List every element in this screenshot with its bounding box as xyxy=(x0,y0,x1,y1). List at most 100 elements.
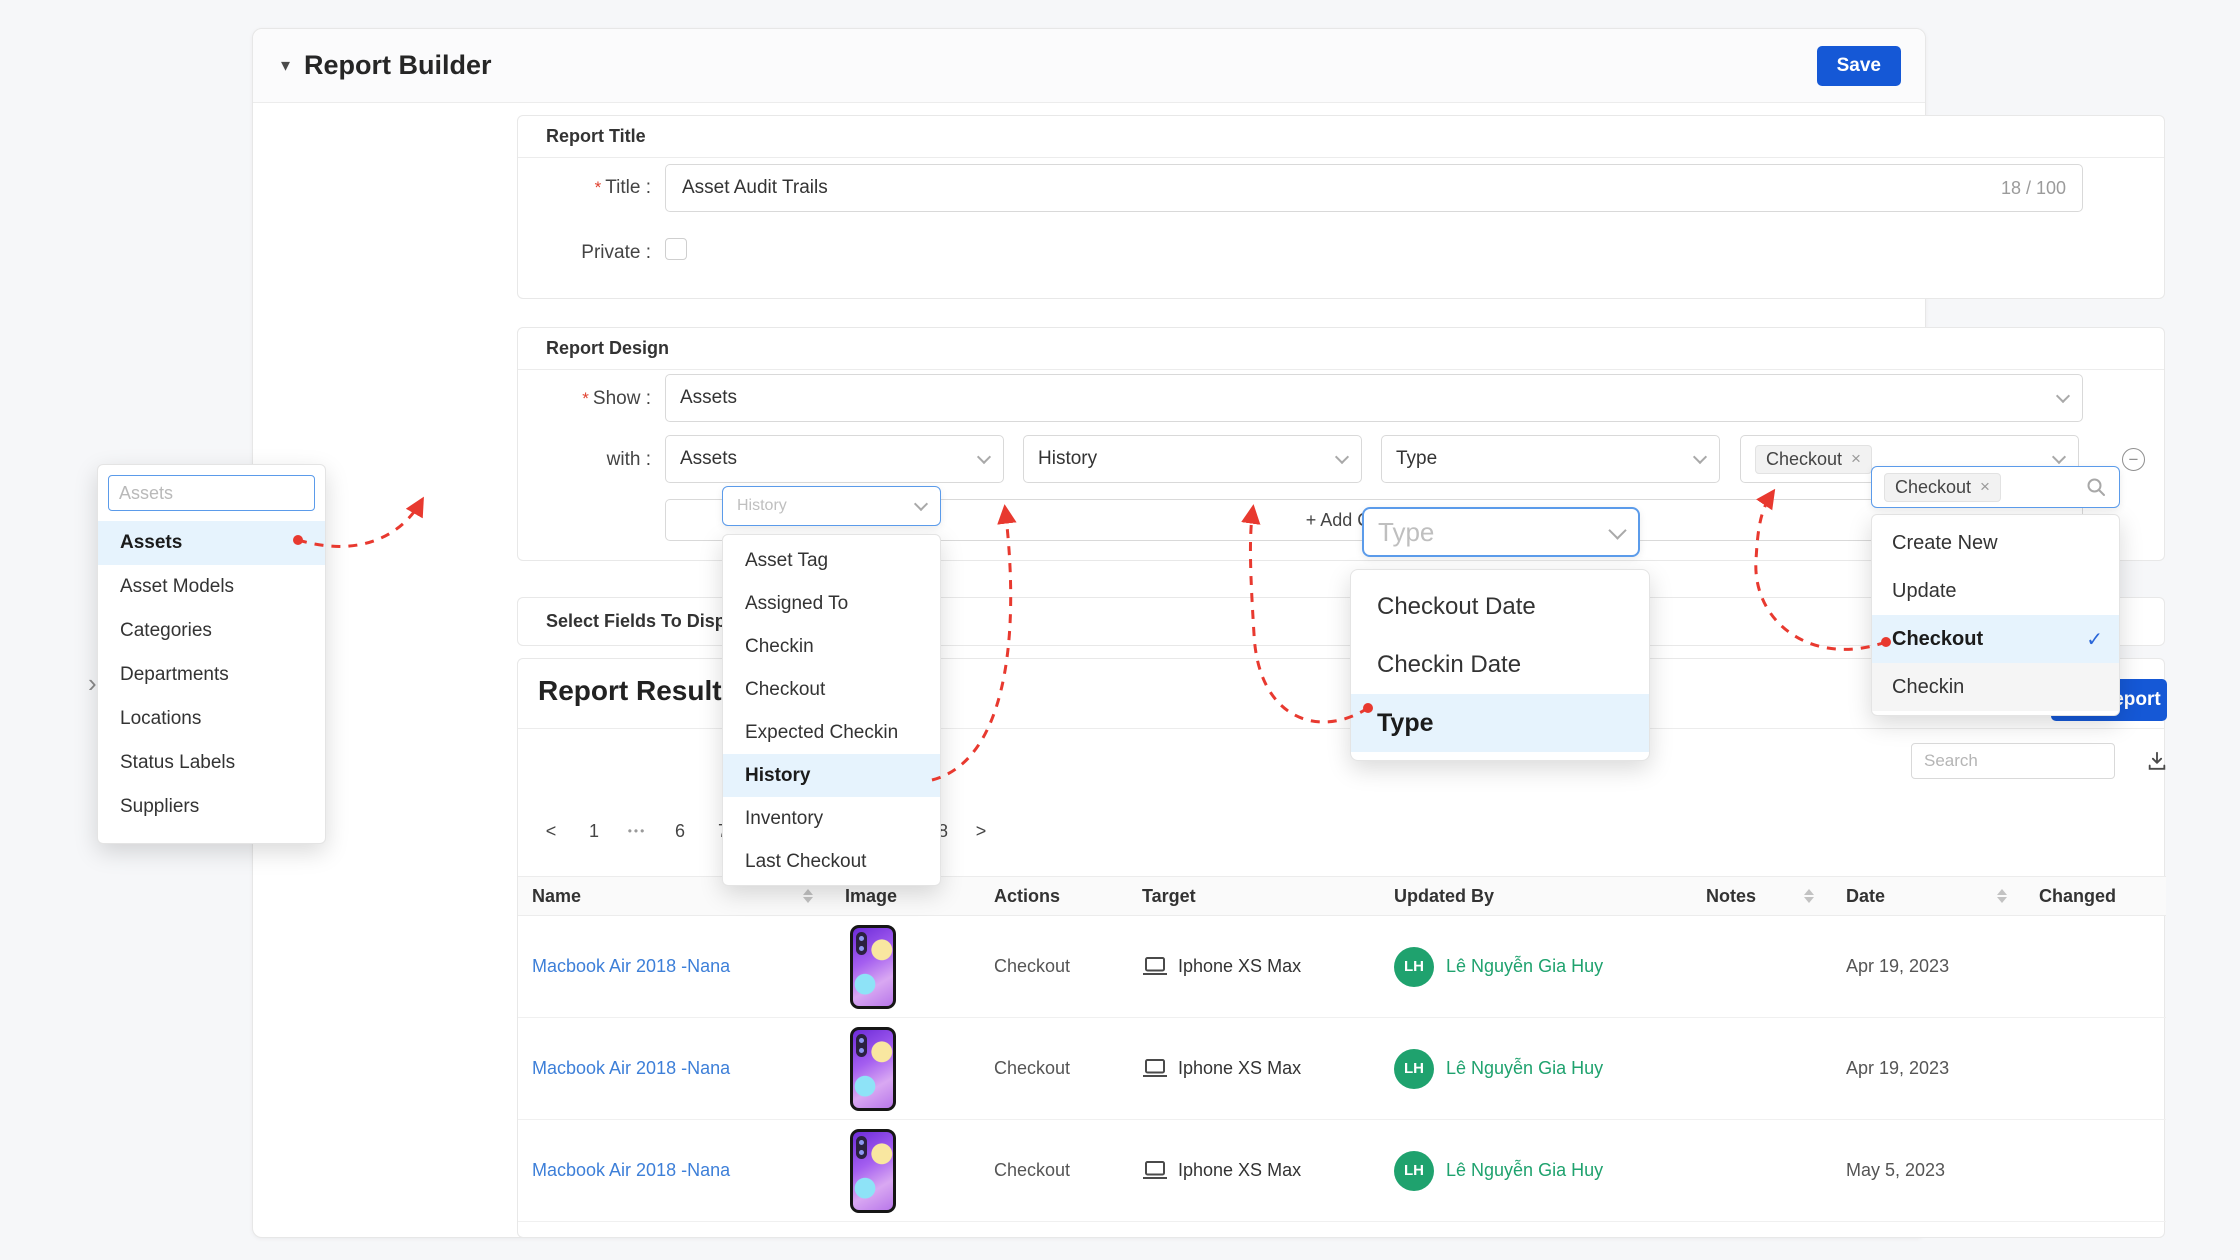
checkout-select-control[interactable]: Checkout × xyxy=(1871,466,2120,508)
title-input[interactable]: Asset Audit Trails 18 / 100 xyxy=(665,164,2083,212)
with-select-entity-value: Assets xyxy=(680,448,737,470)
date-cell: Apr 19, 2023 xyxy=(1832,916,2025,1017)
show-select[interactable]: Assets xyxy=(665,374,2083,422)
dropdown-option[interactable]: Expected Checkin xyxy=(723,711,940,754)
dropdown-option[interactable]: Asset Models xyxy=(98,565,325,609)
asset-image-thumbnail[interactable] xyxy=(850,1129,896,1213)
asset-image-thumbnail[interactable] xyxy=(850,925,896,1009)
asset-name-link[interactable]: Macbook Air 2018 -Nana xyxy=(532,956,730,977)
type-select-control[interactable]: Type xyxy=(1362,507,1640,557)
dropdown-option[interactable]: Create New ✓ xyxy=(1872,519,2119,567)
remove-condition-button[interactable]: − xyxy=(2122,448,2145,471)
column-header[interactable]: Target xyxy=(1128,877,1380,915)
dropdown-option[interactable]: History xyxy=(723,754,940,797)
action-cell: Checkout xyxy=(980,1018,1128,1119)
search-icon xyxy=(2085,476,2107,498)
dropdown-option[interactable]: Locations xyxy=(98,697,325,741)
with-select-entity[interactable]: Assets xyxy=(665,435,1004,483)
checkout-tag-label: Checkout xyxy=(1766,449,1842,470)
column-header-label: Actions xyxy=(994,886,1060,907)
title-value: Asset Audit Trails xyxy=(682,177,828,199)
pagination-item[interactable]: 1 xyxy=(577,814,611,848)
dropdown-option[interactable]: Update ✓ xyxy=(1872,567,2119,615)
sort-icon[interactable] xyxy=(803,889,813,903)
dropdown-option[interactable]: Checkin xyxy=(723,625,940,668)
table-body: Macbook Air 2018 -Nana Checkout Iphone X… xyxy=(518,916,2166,1222)
dropdown-option[interactable]: Checkin Date xyxy=(1351,636,1649,694)
type-select-value: Type xyxy=(1378,517,1434,548)
column-header[interactable]: Updated By xyxy=(1380,877,1692,915)
column-header[interactable]: Changed xyxy=(2025,877,2166,915)
checkout-tag-label: Checkout xyxy=(1895,477,1971,498)
target-cell: Iphone XS Max xyxy=(1128,1018,1380,1119)
laptop-icon xyxy=(1142,1160,1168,1181)
column-header[interactable]: Actions xyxy=(980,877,1128,915)
pagination-item[interactable]: 6 xyxy=(663,814,697,848)
pagination-item[interactable]: < xyxy=(534,814,568,848)
results-search-input[interactable] xyxy=(1911,743,2115,779)
asset-name-link[interactable]: Macbook Air 2018 -Nana xyxy=(532,1160,730,1181)
dropdown-option[interactable]: Last Checkout xyxy=(723,840,940,883)
asset-image-thumbnail[interactable] xyxy=(850,1027,896,1111)
results-table: Name Image Actions xyxy=(518,876,2166,1222)
panel-collapse-chevron-icon[interactable]: › xyxy=(88,668,97,699)
dropdown-option[interactable]: Assets xyxy=(98,521,325,565)
action-cell: Checkout xyxy=(980,916,1128,1017)
dropdown-option[interactable]: Checkout Date xyxy=(1351,578,1649,636)
updated-by-cell: LH Lê Nguyễn Gia Huy xyxy=(1380,1018,1692,1119)
dropdown-option[interactable]: Asset Tag xyxy=(723,539,940,582)
dropdown-option[interactable]: Checkin ✓ xyxy=(1872,663,2119,711)
target-name: Iphone XS Max xyxy=(1178,956,1301,977)
collapse-caret-icon[interactable]: ▾ xyxy=(281,55,290,76)
dropdown-option[interactable]: Assigned To xyxy=(723,582,940,625)
history-select-control[interactable]: History xyxy=(722,486,941,526)
dropdown-option[interactable]: Checkout ✓ xyxy=(1872,615,2119,663)
save-button[interactable]: Save xyxy=(1817,46,1901,86)
fields-to-display-heading: Select Fields To Display xyxy=(546,611,751,632)
dropdown-option[interactable]: Inventory xyxy=(723,797,940,840)
sort-icon[interactable] xyxy=(1997,889,2007,903)
dropdown-option[interactable]: Departments xyxy=(98,653,325,697)
dropdown-option[interactable]: Suppliers xyxy=(98,785,325,829)
page-title: Report Builder xyxy=(304,50,492,81)
chevron-down-icon xyxy=(977,450,991,464)
date-cell: May 5, 2023 xyxy=(1832,1120,2025,1221)
chevron-down-icon xyxy=(1693,450,1707,464)
private-label: Private : xyxy=(518,242,651,264)
column-header[interactable]: Date xyxy=(1832,877,2025,915)
history-dropdown-popup: Asset Tag Assigned To Checkin Checkout E… xyxy=(722,534,941,886)
sort-icon[interactable] xyxy=(1804,889,1814,903)
table-row: Macbook Air 2018 -Nana Checkout Iphone X… xyxy=(518,1018,2166,1120)
date-cell: Apr 19, 2023 xyxy=(1832,1018,2025,1119)
target-name: Iphone XS Max xyxy=(1178,1160,1301,1181)
column-header-label: Image xyxy=(845,886,897,907)
column-header-label: Target xyxy=(1142,886,1196,907)
private-checkbox[interactable] xyxy=(665,238,687,260)
asset-name-link[interactable]: Macbook Air 2018 -Nana xyxy=(532,1058,730,1079)
avatar: LH xyxy=(1394,1151,1434,1191)
with-select-module[interactable]: History xyxy=(1023,435,1362,483)
remove-tag-icon[interactable]: × xyxy=(1851,449,1861,469)
updated-by-link[interactable]: Lê Nguyễn Gia Huy xyxy=(1446,1058,1603,1079)
download-button[interactable] xyxy=(2140,744,2174,778)
dropdown-option[interactable]: Status Labels xyxy=(98,741,325,785)
pagination-item[interactable]: > xyxy=(964,814,998,848)
assets-dropdown-search-input[interactable] xyxy=(108,475,315,511)
with-select-field[interactable]: Type xyxy=(1381,435,1720,483)
report-title-heading: Report Title xyxy=(546,126,646,147)
updated-by-link[interactable]: Lê Nguyễn Gia Huy xyxy=(1446,956,1603,977)
card-header: ▾ Report Builder Save xyxy=(253,29,1925,103)
remove-tag-icon[interactable]: × xyxy=(1980,477,1990,497)
assets-dropdown-popup: Assets Asset Models Categories Departmen… xyxy=(97,464,326,844)
pagination-item[interactable]: ••• xyxy=(620,814,654,848)
dropdown-option[interactable]: Type xyxy=(1351,694,1649,752)
results-heading: Report Results xyxy=(538,675,737,707)
dropdown-option[interactable]: Categories xyxy=(98,609,325,653)
dropdown-option[interactable]: Checkout xyxy=(723,668,940,711)
changed-cell xyxy=(2025,1018,2166,1119)
target-cell: Iphone XS Max xyxy=(1128,1120,1380,1221)
title-label: *Title : xyxy=(518,177,651,199)
updated-by-link[interactable]: Lê Nguyễn Gia Huy xyxy=(1446,1160,1603,1181)
target-name: Iphone XS Max xyxy=(1178,1058,1301,1079)
column-header[interactable]: Notes xyxy=(1692,877,1832,915)
